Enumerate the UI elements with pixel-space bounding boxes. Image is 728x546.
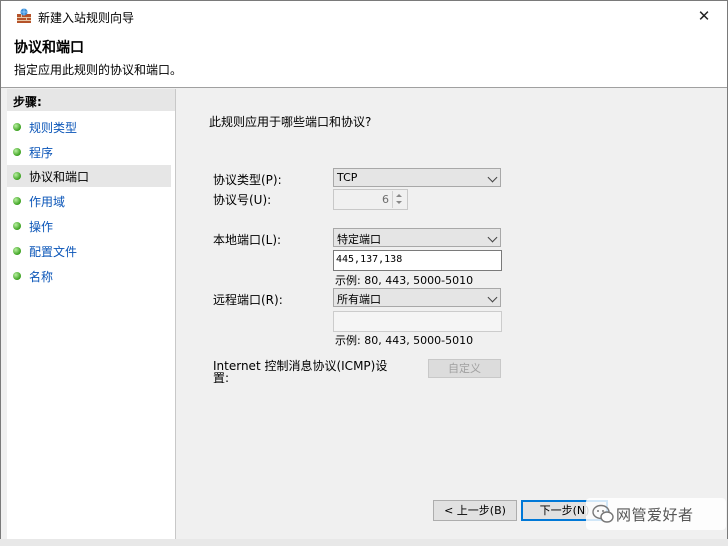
wechat-icon xyxy=(592,504,614,523)
local-port-value: 特定端口 xyxy=(337,233,381,246)
stepper-down-icon xyxy=(396,201,402,204)
step-label: 协议和端口 xyxy=(29,170,90,184)
wizard-window: 新建入站规则向导 ✕ 协议和端口 指定应用此规则的协议和端口。 步骤: 规则类型… xyxy=(0,0,728,546)
step-action[interactable]: 操作 xyxy=(7,215,171,237)
step-rule-type[interactable]: 规则类型 xyxy=(7,116,171,138)
remote-port-select[interactable]: 所有端口 xyxy=(333,288,501,307)
remote-port-value: 所有端口 xyxy=(337,293,381,306)
page-title: 协议和端口 xyxy=(14,40,84,56)
step-label: 配置文件 xyxy=(29,245,78,259)
question-text: 此规则应用于哪些端口和协议? xyxy=(209,115,372,129)
step-protocol-and-ports[interactable]: 协议和端口 xyxy=(7,165,171,187)
window-title: 新建入站规则向导 xyxy=(38,11,135,25)
step-label: 作用域 xyxy=(29,195,66,209)
page-subtitle: 指定应用此规则的协议和端口。 xyxy=(14,63,183,77)
step-program[interactable]: 程序 xyxy=(7,141,171,163)
steps-heading-label: 步骤: xyxy=(13,95,42,109)
icmp-label-line2: 置: xyxy=(213,371,230,385)
back-button[interactable]: < 上一步(B) xyxy=(433,500,517,521)
title-bar: 新建入站规则向导 ✕ xyxy=(1,1,727,31)
firewall-app-icon xyxy=(17,8,31,23)
step-label: 操作 xyxy=(29,220,54,234)
step-status-dot-icon xyxy=(13,247,21,255)
customize-button: 自定义 xyxy=(428,359,501,378)
remote-port-input xyxy=(336,315,496,326)
page-header: 协议和端口 指定应用此规则的协议和端口。 xyxy=(1,31,727,87)
protocol-type-select[interactable]: TCP xyxy=(333,168,501,187)
remote-port-field xyxy=(333,311,502,332)
step-status-dot-icon xyxy=(13,123,21,131)
protocol-type-label: 协议类型(P): xyxy=(213,173,282,187)
step-label: 规则类型 xyxy=(29,121,78,135)
main-content: 此规则应用于哪些端口和协议? 协议类型(P): TCP 协议号(U): 6 本地… xyxy=(177,89,727,545)
step-name[interactable]: 名称 xyxy=(7,265,171,287)
local-port-example: 示例: 80, 443, 5000-5010 xyxy=(335,274,474,287)
step-status-dot-icon xyxy=(13,197,21,205)
protocol-number-label: 协议号(U): xyxy=(213,193,272,207)
steps-panel: 步骤: 规则类型 程序 协议和端口 作用域 操作 配置文件 名称 xyxy=(7,89,176,539)
protocol-number-stepper[interactable]: 6 xyxy=(333,189,408,210)
chevron-down-icon xyxy=(487,292,498,303)
step-profile[interactable]: 配置文件 xyxy=(7,240,171,262)
remote-port-example: 示例: 80, 443, 5000-5010 xyxy=(335,334,474,347)
watermark-text: 网管爱好者 xyxy=(616,506,694,524)
protocol-type-value: TCP xyxy=(337,171,358,184)
steps-heading: 步骤: xyxy=(7,89,175,111)
step-label: 程序 xyxy=(29,146,54,160)
step-label: 名称 xyxy=(29,270,54,284)
header-divider xyxy=(1,87,727,88)
step-status-dot-icon xyxy=(13,222,21,230)
stepper-up-icon xyxy=(396,194,402,197)
step-status-dot-icon xyxy=(13,272,21,280)
stepper-buttons[interactable] xyxy=(392,191,406,208)
step-status-dot-icon xyxy=(13,172,21,180)
local-port-field[interactable] xyxy=(333,250,502,271)
local-port-select[interactable]: 特定端口 xyxy=(333,228,501,247)
protocol-number-value: 6 xyxy=(382,193,389,206)
remote-port-label: 远程端口(R): xyxy=(213,293,283,307)
chevron-down-icon xyxy=(487,172,498,183)
icmp-label-line1: Internet 控制消息协议(ICMP)设 xyxy=(213,359,388,373)
step-scope[interactable]: 作用域 xyxy=(7,190,171,212)
icmp-settings-label: Internet 控制消息协议(ICMP)设 置: xyxy=(213,360,387,384)
local-port-label: 本地端口(L): xyxy=(213,233,282,247)
close-icon: ✕ xyxy=(697,7,711,25)
close-button[interactable]: ✕ xyxy=(681,1,727,31)
watermark: 网管爱好者 xyxy=(586,498,726,530)
local-port-input[interactable] xyxy=(336,254,496,265)
chevron-down-icon xyxy=(487,232,498,243)
step-status-dot-icon xyxy=(13,148,21,156)
background-strip xyxy=(0,539,728,546)
